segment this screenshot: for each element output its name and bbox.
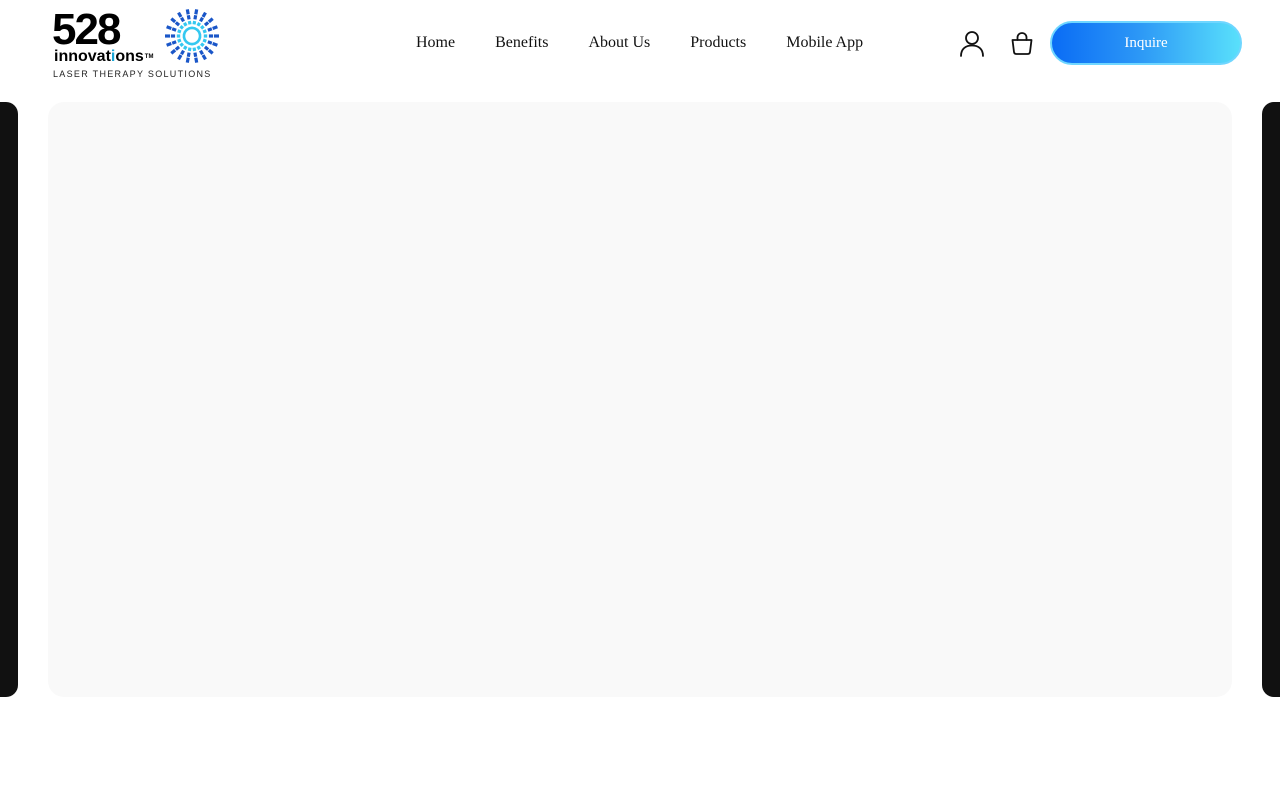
next-slide-peek[interactable]: [1262, 102, 1280, 697]
main-nav: Home Benefits About Us Products Mobile A…: [416, 32, 863, 54]
nav-item-about-us[interactable]: About Us: [588, 34, 650, 52]
site-header: 528 innovationsTM LASER THERAPY SOLUTION…: [0, 0, 1280, 86]
logo[interactable]: 528 innovationsTM LASER THERAPY SOLUTION…: [52, 6, 224, 82]
previous-slide-peek[interactable]: [0, 102, 18, 697]
shopping-bag-icon: [1011, 32, 1033, 55]
user-icon: [960, 31, 984, 57]
cart-button[interactable]: [1007, 28, 1037, 58]
logo-number: 528: [52, 5, 121, 54]
inquire-button[interactable]: Inquire: [1050, 21, 1242, 65]
hero-slide: [48, 102, 1232, 697]
logo-wordmark: innovationsTM: [54, 48, 154, 65]
account-button[interactable]: [957, 28, 987, 58]
nav-item-products[interactable]: Products: [690, 34, 746, 52]
logo-tagline: LASER THERAPY SOLUTIONS: [53, 69, 212, 79]
nav-item-mobile-app[interactable]: Mobile App: [786, 34, 863, 52]
nav-item-home[interactable]: Home: [416, 34, 455, 52]
starburst-icon: [165, 9, 219, 63]
nav-item-benefits[interactable]: Benefits: [495, 34, 548, 52]
